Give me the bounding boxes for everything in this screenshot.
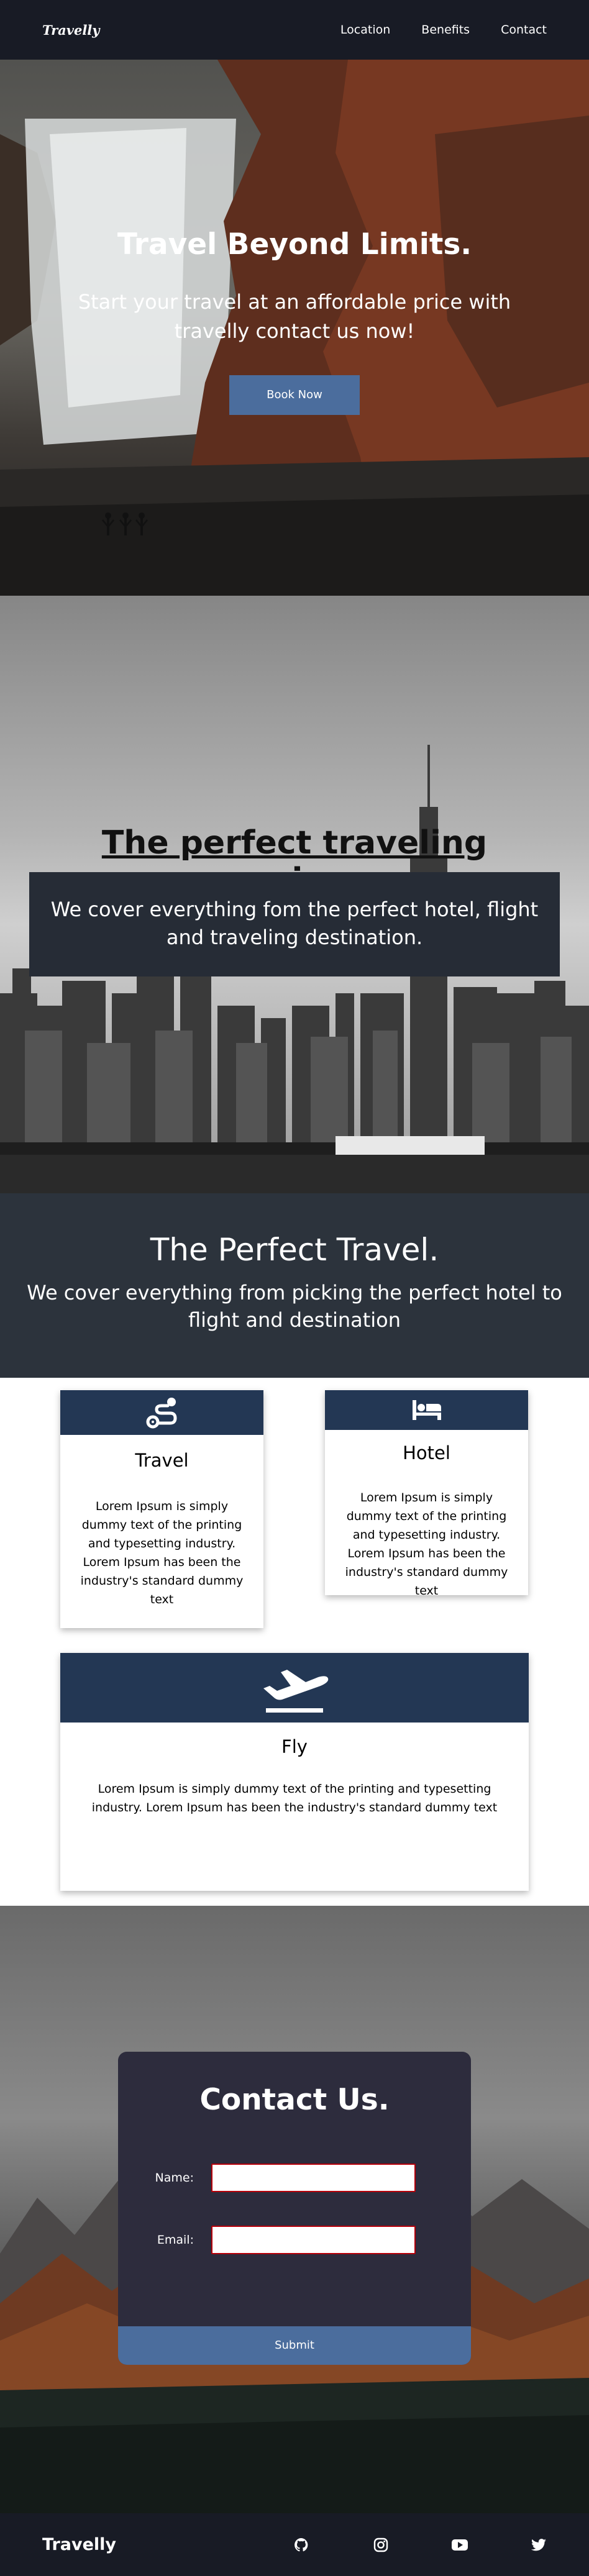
experience-section: The perfect traveling experience. We cov… — [0, 596, 589, 1193]
hero-subtitle: Start your travel at an affordable price… — [78, 290, 511, 343]
perfect-travel-section: The Perfect Travel. We cover everything … — [0, 1193, 589, 1378]
feature-card-fly: Fly Lorem Ipsum is simply dummy text of … — [60, 1653, 529, 1891]
footer-brand: Travelly — [42, 2535, 117, 2554]
twitter-icon[interactable] — [531, 2537, 547, 2553]
experience-text-box: We cover everything fom the perfect hote… — [29, 872, 560, 976]
footer: Travelly — [0, 2513, 589, 2576]
bed-icon — [412, 1400, 441, 1420]
navbar: Travelly Location Benefits Contact — [0, 0, 589, 60]
plane-departure-icon — [263, 1670, 329, 1713]
name-row: Name: — [118, 2164, 416, 2192]
nav-link-contact[interactable]: Contact — [501, 23, 547, 37]
card-text: Lorem Ipsum is simply dummy text of the … — [91, 1782, 498, 1814]
name-label: Name: — [155, 2171, 194, 2185]
nav-links: Location Benefits Contact — [340, 23, 547, 37]
nav-link-benefits[interactable]: Benefits — [421, 23, 470, 37]
name-input[interactable] — [211, 2164, 416, 2192]
github-icon[interactable] — [293, 2537, 309, 2553]
card-text: Lorem Ipsum is simply dummy text of the … — [345, 1491, 508, 1598]
feature-card-travel: Travel Lorem Ipsum is simply dummy text … — [60, 1390, 263, 1628]
hero-title: Travel Beyond Limits. — [117, 227, 472, 262]
youtube-icon[interactable] — [452, 2537, 468, 2553]
email-label: Email: — [157, 2233, 194, 2247]
perfect-travel-text: We cover everything from picking the per… — [27, 1281, 562, 1332]
card-header — [325, 1390, 528, 1430]
instagram-icon[interactable] — [373, 2537, 389, 2553]
contact-form: Contact Us. Name: Email: Submit — [118, 2052, 471, 2365]
email-row: Email: — [118, 2226, 416, 2254]
feature-card-hotel: Hotel Lorem Ipsum is simply dummy text o… — [325, 1390, 528, 1598]
email-input[interactable] — [211, 2226, 416, 2254]
contact-title: Contact Us. — [199, 2083, 390, 2117]
site-logo[interactable]: Travelly — [42, 22, 100, 38]
hero-content: Travel Beyond Limits. Start your travel … — [0, 227, 589, 415]
route-icon — [146, 1398, 177, 1429]
card-title: Fly — [281, 1736, 308, 1757]
card-header — [60, 1653, 529, 1723]
book-now-button[interactable]: Book Now — [229, 375, 360, 415]
contact-section: Contact Us. Name: Email: Submit — [0, 1906, 589, 2513]
card-text: Lorem Ipsum is simply dummy text of the … — [80, 1500, 244, 1606]
perfect-travel-title: The Perfect Travel. — [150, 1232, 439, 1268]
card-header — [60, 1390, 263, 1435]
nav-link-location[interactable]: Location — [340, 23, 390, 37]
submit-button[interactable]: Submit — [118, 2326, 471, 2365]
features-section: Travel Lorem Ipsum is simply dummy text … — [0, 1378, 589, 1906]
hero-section: Travel Beyond Limits. Start your travel … — [0, 60, 589, 596]
experience-text: We cover everything fom the perfect hote… — [50, 898, 539, 949]
card-title: Travel — [135, 1450, 189, 1471]
card-title: Hotel — [403, 1442, 450, 1463]
